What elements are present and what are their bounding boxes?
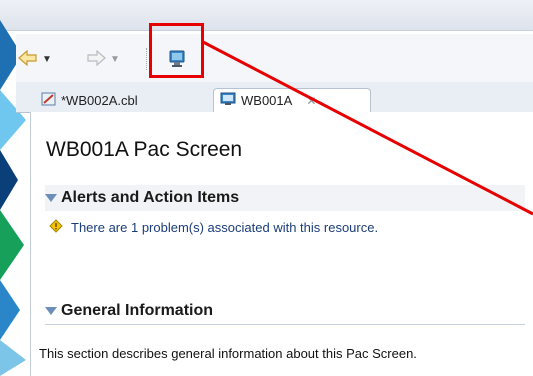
callout-arrow <box>202 40 533 216</box>
